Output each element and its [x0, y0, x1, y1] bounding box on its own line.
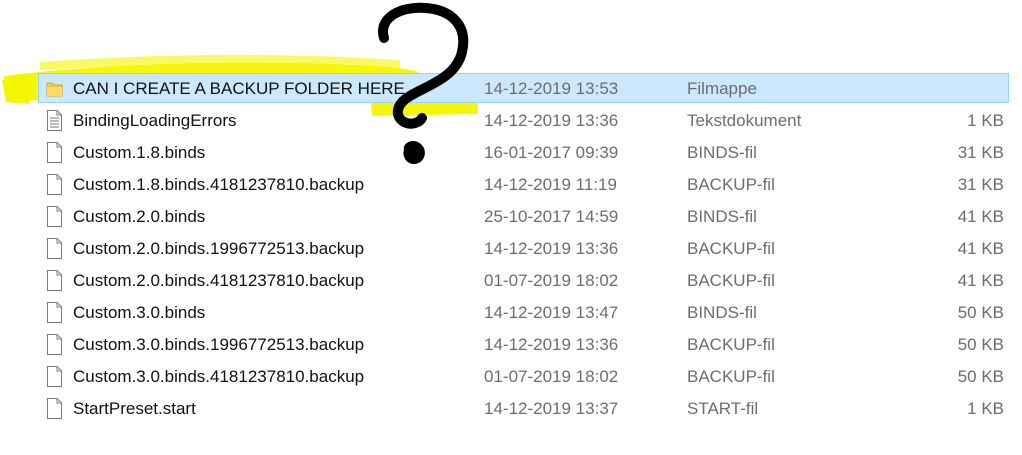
text-file-icon: [46, 110, 63, 131]
file-date-modified: 14-12-2019 13:53: [484, 79, 619, 98]
file-type: BACKUP-fil: [687, 239, 775, 258]
file-size: 50 KB: [957, 367, 1004, 386]
file-name: BindingLoadingErrors: [73, 111, 237, 130]
file-row[interactable]: Custom.2.0.binds.1996772513.backup 14-12-…: [0, 232, 1022, 264]
file-row[interactable]: Custom.2.0.binds.4181237810.backup 01-07-…: [0, 264, 1022, 296]
file-type: BACKUP-fil: [687, 271, 775, 290]
file-size: 50 KB: [957, 335, 1004, 354]
file-size: 41 KB: [957, 239, 1004, 258]
file-type: Filmappe: [687, 79, 757, 98]
file-row[interactable]: Custom.2.0.binds 25-10-2017 14:59 BINDS-fi…: [0, 200, 1022, 232]
file-icon: [46, 398, 63, 419]
file-size: 41 KB: [957, 207, 1004, 226]
file-size: 1 KB: [967, 399, 1004, 418]
file-name: Custom.1.8.binds: [73, 143, 206, 162]
file-date-modified: 14-12-2019 13:47: [484, 303, 619, 322]
file-size: 1 KB: [967, 111, 1004, 130]
file-name: Custom.1.8.binds.4181237810.backup: [73, 175, 365, 194]
file-icon: [46, 206, 63, 227]
file-name: Custom.3.0.binds.1996772513.backup: [73, 335, 365, 354]
folder-row[interactable]: CAN I CREATE A BACKUP FOLDER HERE 14-12-2…: [0, 72, 1022, 104]
file-list: CAN I CREATE A BACKUP FOLDER HERE 14-12-2…: [0, 72, 1022, 424]
file-size: 31 KB: [957, 175, 1004, 194]
file-icon: [46, 366, 63, 387]
file-name: Custom.2.0.binds.4181237810.backup: [73, 271, 365, 290]
file-date-modified: 14-12-2019 13:37: [484, 399, 619, 418]
file-icon: [46, 270, 63, 291]
file-name: Custom.3.0.binds: [73, 303, 206, 322]
file-date-modified: 25-10-2017 14:59: [484, 207, 619, 226]
file-row[interactable]: Custom.1.8.binds.4181237810.backup 14-12-…: [0, 168, 1022, 200]
file-type: BINDS-fil: [687, 303, 757, 322]
file-name: Custom.2.0.binds.1996772513.backup: [73, 239, 365, 258]
file-type: BACKUP-fil: [687, 367, 775, 386]
file-size: 41 KB: [957, 271, 1004, 290]
file-row[interactable]: BindingLoadingErrors 14-12-2019 13:36 Teks…: [0, 104, 1022, 136]
file-type: BACKUP-fil: [687, 175, 775, 194]
file-name: CAN I CREATE A BACKUP FOLDER HERE: [73, 79, 405, 98]
file-date-modified: 14-12-2019 13:36: [484, 111, 619, 130]
file-date-modified: 14-12-2019 13:36: [484, 335, 619, 354]
folder-icon: [46, 78, 63, 99]
file-size: 31 KB: [957, 143, 1004, 162]
file-row[interactable]: Custom.3.0.binds.4181237810.backup 01-07-…: [0, 360, 1022, 392]
file-date-modified: 01-07-2019 18:02: [484, 271, 619, 290]
file-type: BINDS-fil: [687, 207, 757, 226]
file-icon: [46, 302, 63, 323]
file-row[interactable]: Custom.3.0.binds.1996772513.backup 14-12-…: [0, 328, 1022, 360]
file-icon: [46, 142, 63, 163]
file-size: 50 KB: [957, 303, 1004, 322]
file-date-modified: 16-01-2017 09:39: [484, 143, 619, 162]
file-row[interactable]: Custom.1.8.binds 16-01-2017 09:39 BINDS-fi…: [0, 136, 1022, 168]
file-date-modified: 14-12-2019 13:36: [484, 239, 619, 258]
file-date-modified: 14-12-2019 11:19: [484, 175, 617, 194]
file-date-modified: 01-07-2019 18:02: [484, 367, 619, 386]
file-type: BINDS-fil: [687, 143, 757, 162]
file-type: Tekstdokument: [687, 111, 802, 130]
file-type: START-fil: [687, 399, 759, 418]
file-row[interactable]: StartPreset.start 14-12-2019 13:37 START-f…: [0, 392, 1022, 424]
file-name: Custom.3.0.binds.4181237810.backup: [73, 367, 365, 386]
file-icon: [46, 174, 63, 195]
file-icon: [46, 238, 63, 259]
file-name: Custom.2.0.binds: [73, 207, 206, 226]
file-icon: [46, 334, 63, 355]
file-row[interactable]: Custom.3.0.binds 14-12-2019 13:47 BINDS-fi…: [0, 296, 1022, 328]
file-type: BACKUP-fil: [687, 335, 775, 354]
file-name: StartPreset.start: [73, 399, 196, 418]
